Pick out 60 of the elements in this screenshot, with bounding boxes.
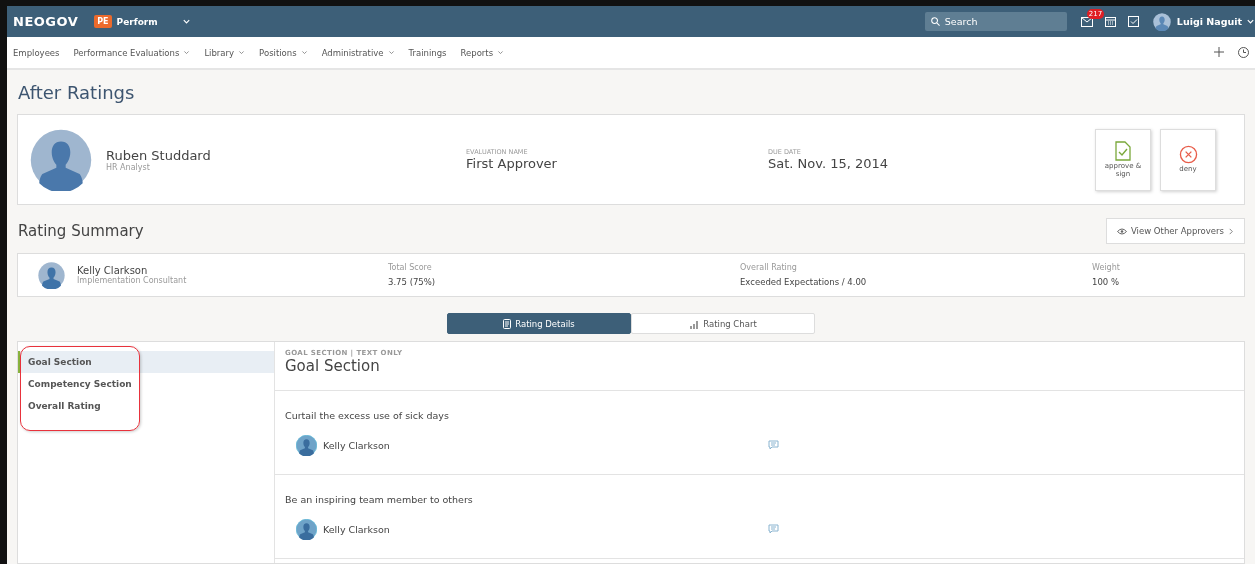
avatar-icon	[1152, 12, 1171, 31]
summary-value: 100 %	[1092, 277, 1120, 287]
chevron-down-icon	[1246, 17, 1255, 26]
nav-item[interactable]: Trainings	[408, 47, 447, 58]
sidebar-item[interactable]: Overall Rating	[18, 395, 274, 417]
nav-item[interactable]: Administrative	[321, 47, 395, 58]
avatar-icon	[296, 518, 317, 540]
checkbox-icon[interactable]	[1127, 16, 1139, 27]
summary-label: Weight	[1092, 263, 1121, 272]
summary-label: Overall Rating	[740, 263, 798, 272]
chevron-down-icon	[497, 49, 505, 56]
summary-label: Total Score	[388, 263, 433, 272]
rater-role: Implementation Consultant	[77, 276, 188, 285]
reviewer-name: Kelly Clarkson	[323, 439, 391, 451]
view-approvers-button[interactable]: View Other Approvers	[1106, 218, 1245, 244]
employee-name: Ruben Studdard	[106, 147, 212, 163]
nav-item[interactable]: Employees	[13, 47, 60, 58]
field-value: Sat. Nov. 15, 2014	[768, 156, 890, 171]
clock-icon[interactable]	[1238, 47, 1249, 58]
avatar-icon	[30, 128, 92, 191]
goal-title: Curtail the excess use of sick days	[285, 409, 450, 421]
nav-item[interactable]: Positions	[259, 47, 308, 58]
employee-role: HR Analyst	[106, 162, 151, 172]
mail-icon[interactable]	[1080, 16, 1093, 27]
nav-item[interactable]: Reports	[460, 47, 505, 58]
calendar-icon[interactable]	[1104, 16, 1116, 27]
bar-chart-icon	[689, 318, 700, 329]
goal-title: Be an inspiring team member to others	[285, 493, 474, 505]
summary-value: 3.75 (75%)	[388, 277, 437, 287]
sidebar-item[interactable]: Competency Section	[18, 373, 274, 395]
document-check-icon	[1115, 140, 1131, 161]
product-name[interactable]: Perform	[116, 16, 158, 27]
page-title: After Ratings	[18, 82, 136, 103]
section-title: Rating Summary	[18, 222, 144, 240]
field-value: First Approver	[466, 156, 558, 171]
sidebar-item[interactable]: Goal Section	[18, 351, 274, 373]
user-name[interactable]: Luigi Naguit	[1176, 16, 1242, 27]
summary-value: Exceeded Expectations / 4.00	[740, 277, 868, 287]
reviewer-name: Kelly Clarkson	[323, 523, 391, 535]
product-badge: PE	[94, 15, 112, 28]
avatar-icon	[296, 434, 317, 456]
brand-logo[interactable]: NEOGOV	[13, 14, 79, 29]
nav-item[interactable]: Performance Evaluations	[73, 47, 191, 58]
view-tab[interactable]: Rating Chart	[631, 313, 815, 334]
chevron-down-icon	[181, 17, 191, 26]
view-tab[interactable]: Rating Details	[447, 313, 631, 334]
avatar-icon	[38, 261, 65, 289]
chevron-down-icon	[300, 49, 308, 56]
close-icon	[1178, 145, 1198, 165]
chevron-down-icon	[238, 49, 246, 56]
chevron-down-icon	[387, 49, 395, 56]
section-heading: Goal Section	[285, 357, 381, 375]
plus-icon[interactable]	[1214, 47, 1224, 57]
nav-item[interactable]: Library	[204, 47, 246, 58]
document-icon	[503, 318, 512, 329]
rater-name: Kelly Clarkson	[77, 265, 148, 276]
search-field[interactable]: Search	[924, 12, 1067, 31]
chevron-right-icon	[1228, 227, 1234, 235]
eye-icon	[1117, 227, 1127, 235]
chevron-down-icon	[183, 49, 191, 56]
